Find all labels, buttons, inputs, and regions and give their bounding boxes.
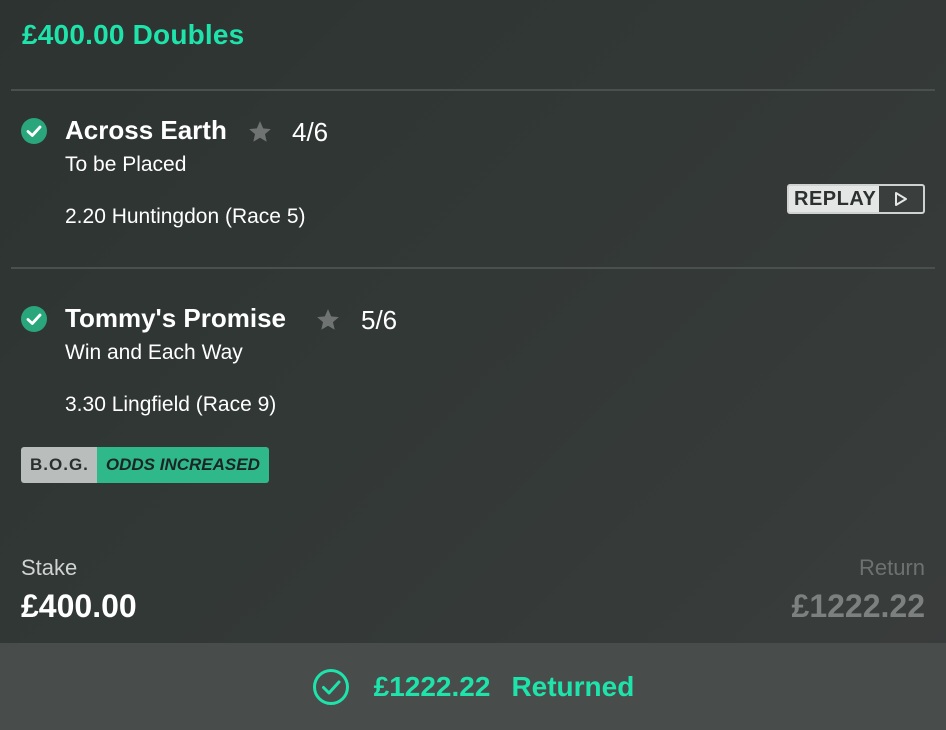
- play-icon: [879, 186, 923, 212]
- check-circle-icon: [21, 118, 47, 144]
- star-icon[interactable]: [247, 119, 273, 145]
- check-circle-icon: [21, 306, 47, 332]
- odds: 4/6: [292, 117, 329, 147]
- star-icon[interactable]: [315, 307, 341, 333]
- runner-name: Across Earth: [65, 115, 227, 145]
- returned-status: Returned: [511, 670, 635, 702]
- race-info: 2.20 Huntingdon (Race 5): [65, 205, 306, 228]
- returned-amount: £1222.22: [373, 670, 491, 702]
- returned-footer: £1222.22 Returned: [0, 643, 946, 730]
- replay-label: REPLAY: [789, 186, 879, 212]
- odds: 5/6: [361, 305, 398, 335]
- market-name: Win and Each Way: [65, 341, 243, 364]
- bet-title: £400.00 Doubles: [22, 19, 245, 50]
- return-label: Return: [858, 555, 925, 580]
- market-name: To be Placed: [65, 153, 187, 176]
- bog-label: B.O.G.: [21, 447, 97, 483]
- stake-label: Stake: [21, 555, 78, 580]
- return-value: £1222.22: [791, 588, 925, 624]
- odds-increased-label: ODDS INCREASED: [96, 447, 269, 483]
- bog-badge: B.O.G. ODDS INCREASED: [21, 447, 269, 483]
- check-circle-outline-icon: [312, 668, 349, 705]
- replay-button[interactable]: REPLAY: [787, 184, 925, 214]
- runner-name: Tommy's Promise: [65, 303, 286, 333]
- race-info: 3.30 Lingfield (Race 9): [65, 393, 277, 416]
- stake-value: £400.00: [21, 588, 137, 624]
- divider: [11, 89, 935, 91]
- divider: [11, 267, 935, 269]
